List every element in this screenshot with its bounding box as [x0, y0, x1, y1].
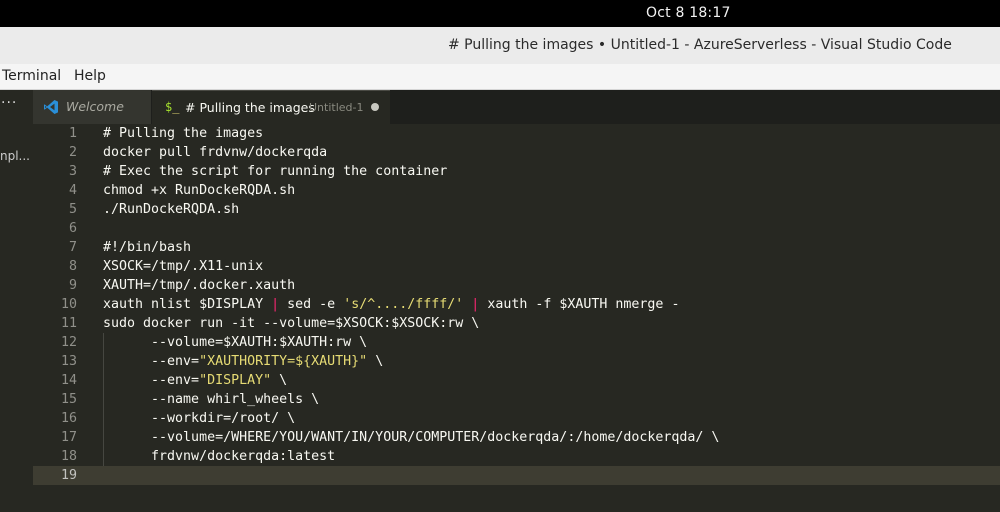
- line-text: # Pulling the images: [103, 126, 264, 141]
- code-line[interactable]: 14 --env="DISPLAY" \: [33, 371, 1000, 390]
- line-text: xauth nlist $DISPLAY | sed -e 's/^..../f…: [103, 297, 680, 312]
- window-title-bar: # Pulling the images • Untitled-1 - Azur…: [0, 27, 1000, 64]
- terminal-icon: $_: [165, 100, 180, 114]
- line-text: sudo docker run -it --volume=$XSOCK:$XSO…: [103, 316, 480, 331]
- line-text: #!/bin/bash: [103, 240, 192, 255]
- sidebar-strip: ··· npl...: [0, 90, 33, 512]
- code-line[interactable]: 18 frdvnw/dockerqda:latest: [33, 447, 1000, 466]
- code-line[interactable]: 12 --volume=$XAUTH:$XAUTH:rw \: [33, 333, 1000, 352]
- code-line[interactable]: 13 --env="XAUTHORITY=${XAUTH}" \: [33, 352, 1000, 371]
- line-number: 11: [60, 316, 77, 331]
- unsaved-dot-icon[interactable]: [371, 103, 379, 111]
- line-text: --workdir=/root/ \: [103, 411, 296, 426]
- code-line[interactable]: 10 xauth nlist $DISPLAY | sed -e 's/^...…: [33, 295, 1000, 314]
- line-number: 8: [68, 259, 77, 274]
- menu-terminal[interactable]: Terminal: [2, 68, 61, 84]
- window-title: # Pulling the images • Untitled-1 - Azur…: [448, 37, 952, 53]
- vscode-logo-icon: [44, 100, 58, 114]
- line-number: 15: [60, 392, 77, 407]
- line-number: 17: [60, 430, 77, 445]
- line-text: XSOCK=/tmp/.X11-unix: [103, 259, 264, 274]
- line-number: 7: [68, 240, 77, 255]
- code-line[interactable]: 3 # Exec the script for running the cont…: [33, 162, 1000, 181]
- line-number: 5: [68, 202, 77, 217]
- line-number: 4: [68, 183, 77, 198]
- tab-description: Untitled-1: [309, 101, 364, 114]
- tab-label: # Pulling the images: [185, 100, 315, 115]
- code-line[interactable]: 17 --volume=/WHERE/YOU/WANT/IN/YOUR/COMP…: [33, 428, 1000, 447]
- line-text: docker pull frdvnw/dockerqda: [103, 145, 328, 160]
- code-line[interactable]: 1 # Pulling the images: [33, 124, 1000, 143]
- line-number: 18: [60, 449, 77, 464]
- tab-untitled-1[interactable]: $_ # Pulling the images Untitled-1: [152, 90, 390, 124]
- line-number: 14: [60, 373, 77, 388]
- code-line[interactable]: 5 ./RunDockeRQDA.sh: [33, 200, 1000, 219]
- line-text: --env="DISPLAY" \: [103, 373, 288, 388]
- line-number: 6: [68, 221, 77, 236]
- code-line[interactable]: 6: [33, 219, 1000, 238]
- line-number: 3: [68, 164, 77, 179]
- code-line[interactable]: 8 XSOCK=/tmp/.X11-unix: [33, 257, 1000, 276]
- line-text: frdvnw/dockerqda:latest: [103, 449, 336, 464]
- code-line[interactable]: 4 chmod +x RunDockeRQDA.sh: [33, 181, 1000, 200]
- tab-label: Welcome: [66, 99, 124, 114]
- line-number: 10: [60, 297, 77, 312]
- current-line[interactable]: 19: [33, 466, 1000, 485]
- line-number: 9: [68, 278, 77, 293]
- code-line[interactable]: 16 --workdir=/root/ \: [33, 409, 1000, 428]
- tab-bar: Welcome $_ # Pulling the images Untitled…: [33, 90, 1000, 124]
- line-text: ./RunDockeRQDA.sh: [103, 202, 240, 217]
- line-number: 1: [68, 126, 77, 141]
- code-line[interactable]: 9 XAUTH=/tmp/.docker.xauth: [33, 276, 1000, 295]
- line-text: --volume=/WHERE/YOU/WANT/IN/YOUR/COMPUTE…: [103, 430, 720, 445]
- sidebar-item-label[interactable]: npl...: [0, 149, 30, 163]
- more-actions-icon[interactable]: ···: [1, 95, 17, 111]
- line-number: 13: [60, 354, 77, 369]
- menu-help[interactable]: Help: [74, 68, 106, 84]
- code-line[interactable]: 15 --name whirl_wheels \: [33, 390, 1000, 409]
- line-text: XAUTH=/tmp/.docker.xauth: [103, 278, 296, 293]
- code-line[interactable]: 11 sudo docker run -it --volume=$XSOCK:$…: [33, 314, 1000, 333]
- line-text: # Exec the script for running the contai…: [103, 164, 448, 179]
- line-number: 16: [60, 411, 77, 426]
- line-text: chmod +x RunDockeRQDA.sh: [103, 183, 296, 198]
- line-text: --name whirl_wheels \: [103, 392, 320, 407]
- menu-bar: Terminal Help: [0, 64, 1000, 90]
- line-number: 12: [60, 335, 77, 350]
- code-line[interactable]: 2 docker pull frdvnw/dockerqda: [33, 143, 1000, 162]
- tab-welcome[interactable]: Welcome: [33, 90, 152, 124]
- code-editor[interactable]: 1 # Pulling the images 2 docker pull frd…: [33, 124, 1000, 512]
- line-number: 19: [60, 468, 77, 483]
- line-number: 2: [68, 145, 77, 160]
- line-text: --volume=$XAUTH:$XAUTH:rw \: [103, 335, 368, 350]
- system-top-bar: Oct 8 18:17: [0, 0, 1000, 27]
- code-line[interactable]: 7 #!/bin/bash: [33, 238, 1000, 257]
- clock[interactable]: Oct 8 18:17: [646, 5, 731, 21]
- line-text: --env="XAUTHORITY=${XAUTH}" \: [103, 354, 384, 369]
